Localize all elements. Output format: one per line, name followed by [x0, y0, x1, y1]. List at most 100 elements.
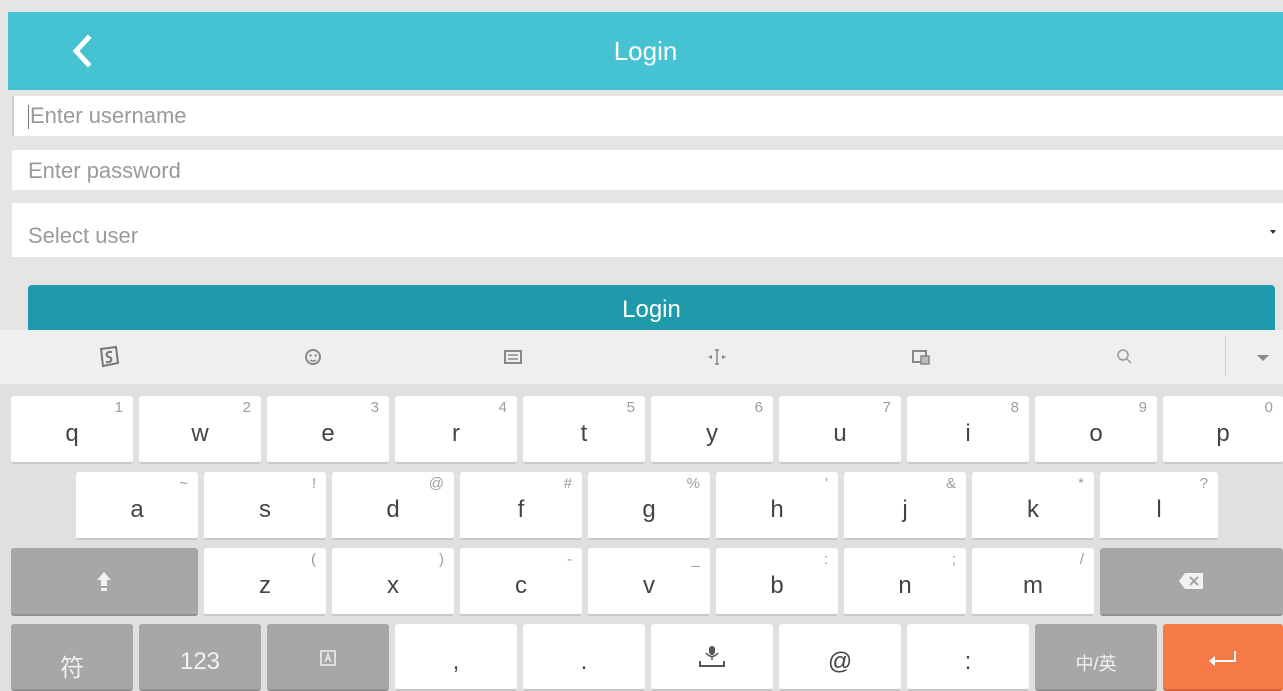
key-label: s: [259, 496, 271, 523]
language-switch-key[interactable]: 中/英: [1035, 624, 1157, 691]
key-label: h: [770, 496, 784, 523]
key-label: i: [965, 420, 971, 447]
input-mode-key[interactable]: [267, 624, 389, 691]
search-icon[interactable]: [1112, 344, 1138, 370]
text-cursor: [28, 105, 29, 129]
key-hint: 0: [1264, 399, 1273, 416]
key-hint: #: [563, 475, 572, 492]
key-g[interactable]: g %: [588, 472, 710, 540]
user-select[interactable]: Select user: [12, 203, 1283, 257]
key-f[interactable]: f #: [460, 472, 582, 540]
key-label: b: [770, 572, 784, 599]
key-label: r: [452, 420, 460, 447]
key-i[interactable]: i 8: [907, 396, 1029, 464]
key-label: x: [387, 572, 399, 599]
username-input[interactable]: Enter username: [12, 96, 1283, 136]
backspace-icon: [1179, 573, 1203, 589]
key-y[interactable]: y 6: [651, 396, 773, 464]
key-a[interactable]: a ~: [76, 472, 198, 540]
key-n[interactable]: n ;: [844, 548, 966, 616]
key-l[interactable]: l ?: [1100, 472, 1218, 540]
key-hint: ~: [179, 475, 188, 492]
key-comma[interactable]: ,: [395, 624, 517, 691]
key-hint: _: [691, 551, 700, 568]
key-o[interactable]: o 9: [1035, 396, 1157, 464]
space-key[interactable]: [651, 624, 773, 691]
clipboard-icon[interactable]: [908, 344, 934, 370]
key-hint: 2: [242, 399, 251, 416]
shift-icon: [97, 572, 111, 591]
key-hint: 7: [882, 399, 891, 416]
login-button[interactable]: Login: [28, 285, 1275, 333]
backspace-key[interactable]: [1100, 548, 1283, 616]
enter-key[interactable]: [1163, 624, 1283, 691]
key-label: e: [321, 420, 335, 447]
key-hint: @: [428, 475, 444, 492]
key-label: a: [130, 496, 144, 523]
dropdown-arrow-icon: [1270, 230, 1276, 234]
key-period[interactable]: .: [523, 624, 645, 691]
letter-box-icon: [320, 650, 336, 666]
shift-key[interactable]: [11, 548, 198, 616]
key-hint: :: [823, 551, 828, 568]
key-q[interactable]: q 1: [11, 396, 133, 464]
key-z[interactable]: z (: [204, 548, 326, 616]
collapse-arrow-icon[interactable]: [1250, 344, 1276, 370]
key-label: v: [643, 572, 655, 599]
numbers-key[interactable]: 123: [139, 624, 261, 691]
key-hint: 3: [370, 399, 379, 416]
key-v[interactable]: v _: [588, 548, 710, 616]
password-input[interactable]: Enter password: [12, 150, 1283, 190]
key-c[interactable]: c -: [460, 548, 582, 616]
key-label: j: [902, 496, 908, 523]
key-hint: (: [311, 551, 316, 568]
key-r[interactable]: r 4: [395, 396, 517, 464]
key-s[interactable]: s !: [204, 472, 326, 540]
emoji-icon[interactable]: [300, 344, 326, 370]
page-title: Login: [613, 36, 678, 66]
at-key-label: @: [827, 648, 853, 675]
key-k[interactable]: k *: [972, 472, 1094, 540]
keyboard-icon[interactable]: [500, 344, 526, 370]
key-label: q: [65, 420, 79, 447]
user-select-placeholder: Select user: [28, 223, 139, 248]
key-e[interactable]: e 3: [267, 396, 389, 464]
key-label: p: [1216, 420, 1230, 447]
cursor-move-icon[interactable]: [704, 344, 730, 370]
key-label: c: [515, 572, 527, 599]
key-p[interactable]: p 0: [1163, 396, 1283, 464]
key-label: n: [898, 572, 912, 599]
key-j[interactable]: j &: [844, 472, 966, 540]
key-x[interactable]: x ): [332, 548, 454, 616]
symbols-key[interactable]: 符: [11, 624, 133, 691]
key-label: f: [517, 496, 525, 523]
language-switch-label: 中/英: [1075, 654, 1117, 674]
key-hint: *: [1078, 475, 1084, 492]
key-w[interactable]: w 2: [139, 396, 261, 464]
password-placeholder: Enter password: [28, 158, 181, 183]
key-colon[interactable]: :: [907, 624, 1029, 691]
soft-keyboard: q 1 w 2 e 3 r 4 t 5 y 6 u 7 i 8 o 9 p 0 …: [0, 384, 1283, 691]
key-hint: 6: [754, 399, 763, 416]
key-h[interactable]: h ': [716, 472, 838, 540]
key-b[interactable]: b :: [716, 548, 838, 616]
period-key-label: .: [580, 648, 588, 675]
sogou-logo-icon[interactable]: [96, 344, 122, 370]
key-hint: ?: [1199, 475, 1208, 492]
key-hint: &: [945, 475, 956, 492]
key-label: o: [1089, 420, 1103, 447]
key-d[interactable]: d @: [332, 472, 454, 540]
key-label: y: [706, 420, 718, 447]
top-bar: Login: [8, 12, 1283, 90]
key-at[interactable]: @: [779, 624, 901, 691]
comma-key-label: ,: [452, 648, 460, 675]
key-hint: 4: [498, 399, 507, 416]
key-m[interactable]: m /: [972, 548, 1094, 616]
key-hint: !: [311, 475, 316, 492]
key-hint: ': [825, 475, 828, 492]
key-u[interactable]: u 7: [779, 396, 901, 464]
colon-key-label: :: [964, 648, 972, 675]
key-t[interactable]: t 5: [523, 396, 645, 464]
key-label: u: [833, 420, 847, 447]
key-hint: /: [1079, 551, 1084, 568]
